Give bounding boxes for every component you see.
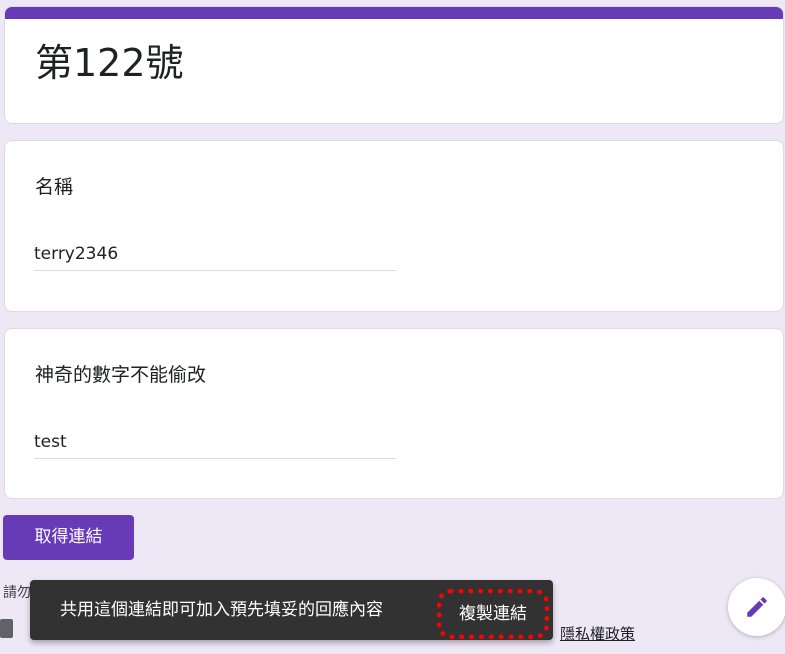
question-card-magic-number: 神奇的數字不能偷改 test xyxy=(4,328,784,499)
privacy-policy-link[interactable]: 隱私權政策 xyxy=(560,624,635,644)
title-accent-bar xyxy=(5,7,783,19)
answer-field[interactable]: test xyxy=(34,429,396,459)
get-link-button[interactable]: 取得連結 xyxy=(3,515,134,560)
footer-logo-icon xyxy=(0,619,13,638)
question-card-name: 名稱 terry2346 xyxy=(4,140,784,312)
pencil-icon xyxy=(747,597,767,617)
question-label: 神奇的數字不能偷改 xyxy=(35,364,207,386)
edit-response-button[interactable] xyxy=(728,578,785,636)
question-label: 名稱 xyxy=(35,176,74,198)
snackbar-message: 共用這個連結即可加入預先填妥的回應內容 xyxy=(60,600,383,620)
prefilled-link-page: 第122號 名稱 terry2346 神奇的數字不能偷改 test 取得連結 請… xyxy=(0,0,785,654)
snackbar: 共用這個連結即可加入預先填妥的回應內容 複製連結 xyxy=(30,580,553,640)
footer-disclaimer: 請勿 xyxy=(3,585,31,601)
answer-field[interactable]: terry2346 xyxy=(34,241,396,271)
form-title: 第122號 xyxy=(35,41,184,85)
form-title-card: 第122號 xyxy=(4,6,784,124)
copy-link-button[interactable]: 複製連結 xyxy=(437,589,549,639)
